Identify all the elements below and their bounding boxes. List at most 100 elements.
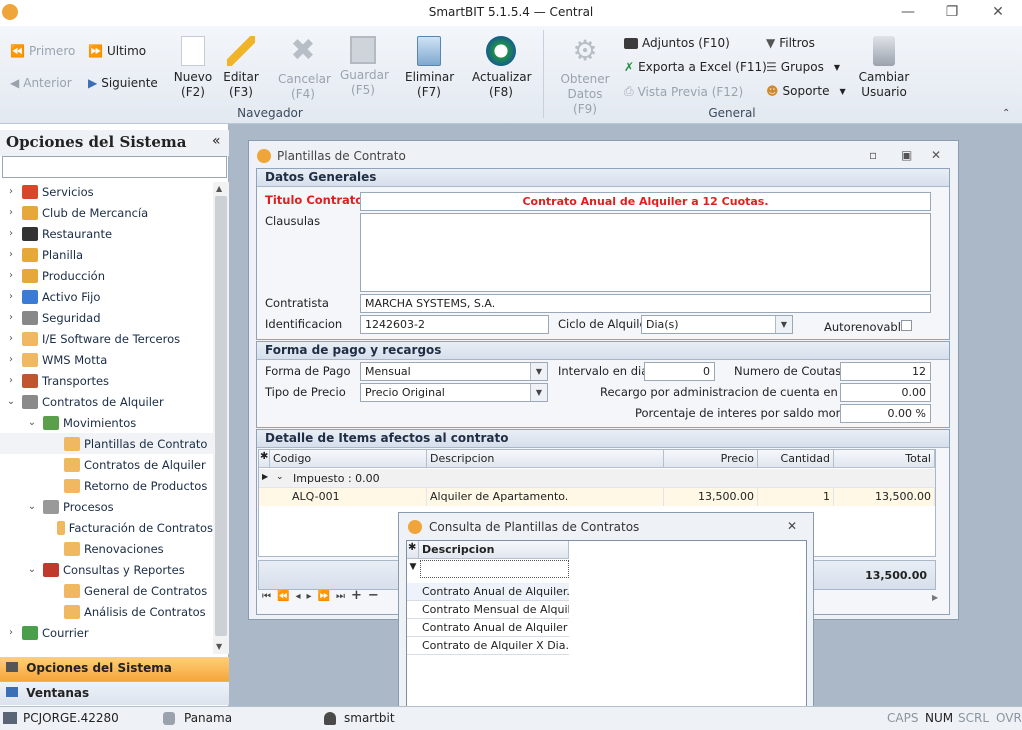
list-item[interactable]: Contrato Anual de Alquiler.: [407, 583, 569, 601]
identificacion-field[interactable]: 1242603-2: [360, 315, 549, 334]
filtros-button[interactable]: ▼ Filtros: [766, 36, 815, 50]
footer-tab-ventanas[interactable]: Ventanas: [0, 681, 229, 705]
sidebar-item[interactable]: ⌄ Consultas y Reportes: [0, 559, 213, 580]
popup-filter-input[interactable]: [420, 560, 569, 578]
contratista-field[interactable]: MARCHA SYSTEMS, S.A.: [360, 294, 931, 313]
list-item[interactable]: Contrato de Alquiler X Dia.: [407, 637, 569, 655]
sidebar-item[interactable]: Retorno de Productos: [0, 475, 213, 496]
sidebar-item[interactable]: ⌄ Contratos de Alquiler: [0, 391, 213, 412]
expander-icon[interactable]: ›: [4, 207, 18, 218]
col-descripcion[interactable]: Descripcion: [419, 541, 569, 559]
expander-icon[interactable]: ›: [4, 270, 18, 281]
recargo-field[interactable]: 0.00: [840, 383, 931, 402]
obtener-datos-button[interactable]: ⚙ Obtener Datos (F9): [556, 36, 614, 117]
last-record-button[interactable]: ⏩ Ultimo: [88, 44, 146, 58]
eliminar-button[interactable]: Eliminar (F7): [405, 36, 454, 100]
add-row-icon[interactable]: +: [351, 588, 362, 607]
ciclo-select[interactable]: Dia(s) ▼: [641, 315, 793, 334]
expander-icon[interactable]: ⌄: [25, 501, 39, 512]
list-item[interactable]: Contrato Anual de Alquiler a 12: [407, 619, 569, 637]
chevron-down-icon[interactable]: ⌄: [276, 472, 284, 482]
sidebar-item[interactable]: › Planilla: [0, 244, 213, 265]
expander-icon[interactable]: ›: [4, 228, 18, 239]
col-codigo[interactable]: Codigo: [270, 450, 427, 468]
sidebar-item[interactable]: › WMS Motta: [0, 349, 213, 370]
popup-close-button[interactable]: ✕: [787, 519, 797, 533]
expander-icon[interactable]: ›: [4, 312, 18, 323]
grupos-button[interactable]: ☰ Grupos ▼: [766, 60, 840, 74]
col-descripcion[interactable]: Descripcion: [427, 450, 664, 468]
col-precio[interactable]: Precio: [664, 450, 758, 468]
sidebar-scrollbar[interactable]: ▲ ▼: [213, 182, 229, 654]
first-record-button[interactable]: ⏪ Primero: [10, 44, 75, 58]
intervalo-field[interactable]: 0: [644, 362, 715, 381]
minimize-button[interactable]: —: [893, 3, 923, 23]
close-button[interactable]: ✕: [931, 148, 941, 162]
autorenovable-checkbox[interactable]: [901, 320, 912, 331]
sidebar-item[interactable]: General de Contratos: [0, 580, 213, 601]
sidebar-item[interactable]: ⌄ Procesos: [0, 496, 213, 517]
table-row[interactable]: ALQ-001 Alquiler de Apartamento. 13,500.…: [259, 488, 935, 506]
adjuntos-button[interactable]: Adjuntos (F10): [624, 36, 730, 50]
clausulas-field[interactable]: [360, 213, 931, 292]
previous-record-button[interactable]: ◀ Anterior: [10, 76, 72, 90]
footer-tab-opciones[interactable]: Opciones del Sistema: [0, 657, 229, 681]
sidebar-item[interactable]: Plantillas de Contrato: [0, 433, 213, 454]
cancelar-button[interactable]: ✖ Cancelar (F4): [278, 36, 331, 102]
col-total[interactable]: Total: [834, 450, 935, 468]
expander-icon[interactable]: ›: [4, 627, 18, 638]
sidebar-item[interactable]: › Courrier: [0, 622, 213, 643]
restore-button[interactable]: ▣: [901, 148, 912, 162]
sidebar-item[interactable]: Análisis de Contratos: [0, 601, 213, 622]
expander-icon[interactable]: ›: [4, 333, 18, 344]
cambiar-usuario-button[interactable]: Cambiar Usuario: [856, 36, 912, 100]
scroll-up-icon[interactable]: ▲: [216, 184, 222, 193]
sidebar-item[interactable]: ⌄ Movimientos: [0, 412, 213, 433]
chevron-down-icon[interactable]: ▼: [775, 316, 792, 333]
interes-field[interactable]: 0.00 %: [840, 404, 931, 423]
list-item[interactable]: Contrato Mensual de Alquiler.: [407, 601, 569, 619]
remove-row-icon[interactable]: −: [368, 588, 379, 607]
sidebar-item[interactable]: › Seguridad: [0, 307, 213, 328]
expander-icon[interactable]: ›: [4, 354, 18, 365]
chevron-down-icon[interactable]: ▼: [530, 384, 547, 401]
sidebar-item[interactable]: › Restaurante: [0, 223, 213, 244]
nav-next-icon[interactable]: ▸: [306, 591, 311, 607]
group-row[interactable]: ▶ ⌄ Impuesto : 0.00: [259, 469, 935, 488]
editar-button[interactable]: Editar (F3): [220, 36, 262, 100]
expander-icon[interactable]: ›: [4, 249, 18, 260]
tipo-precio-select[interactable]: Precio Original ▼: [360, 383, 548, 402]
nav-last-icon[interactable]: ⏭: [336, 591, 345, 607]
close-button[interactable]: ✕: [983, 3, 1013, 23]
next-record-button[interactable]: ▶ Siguiente: [88, 76, 158, 90]
actualizar-button[interactable]: Actualizar (F8): [472, 36, 532, 100]
sidebar-item[interactable]: › Producción: [0, 265, 213, 286]
sidebar-item[interactable]: Facturación de Contratos: [0, 517, 213, 538]
forma-pago-select[interactable]: Mensual ▼: [360, 362, 548, 381]
titulo-field[interactable]: Contrato Anual de Alquiler a 12 Cuotas.: [360, 192, 931, 211]
sidebar-item[interactable]: › I/E Software de Terceros: [0, 328, 213, 349]
expander-icon[interactable]: ›: [4, 375, 18, 386]
chevron-down-icon[interactable]: ▼: [530, 363, 547, 380]
nav-next-page-icon[interactable]: ⏩: [318, 591, 330, 607]
scroll-down-icon[interactable]: ▼: [216, 642, 222, 651]
collapse-sidebar-button[interactable]: «: [212, 133, 221, 149]
scroll-thumb[interactable]: [215, 196, 227, 636]
sidebar-item[interactable]: › Servicios: [0, 181, 213, 202]
collapse-ribbon-icon[interactable]: ⌃: [1002, 108, 1010, 119]
sidebar-item[interactable]: Renovaciones: [0, 538, 213, 559]
expander-icon[interactable]: ›: [4, 291, 18, 302]
cuotas-field[interactable]: 12: [840, 362, 931, 381]
expander-icon[interactable]: ⌄: [4, 396, 18, 407]
minimize-button[interactable]: ▫: [869, 148, 877, 162]
nav-prev-icon[interactable]: ◂: [295, 591, 300, 607]
nuevo-button[interactable]: Nuevo (F2): [170, 36, 216, 100]
col-cantidad[interactable]: Cantidad: [758, 450, 834, 468]
soporte-button[interactable]: ☻ Soporte ▼: [766, 84, 846, 98]
export-excel-button[interactable]: ✗ Exporta a Excel (F11): [624, 60, 767, 74]
sidebar-item[interactable]: › Transportes: [0, 370, 213, 391]
nav-first-icon[interactable]: ⏮: [262, 591, 271, 607]
sidebar-item[interactable]: › Club de Mercancía: [0, 202, 213, 223]
sidebar-item[interactable]: Contratos de Alquiler: [0, 454, 213, 475]
scroll-right-icon[interactable]: ▶: [932, 593, 938, 602]
